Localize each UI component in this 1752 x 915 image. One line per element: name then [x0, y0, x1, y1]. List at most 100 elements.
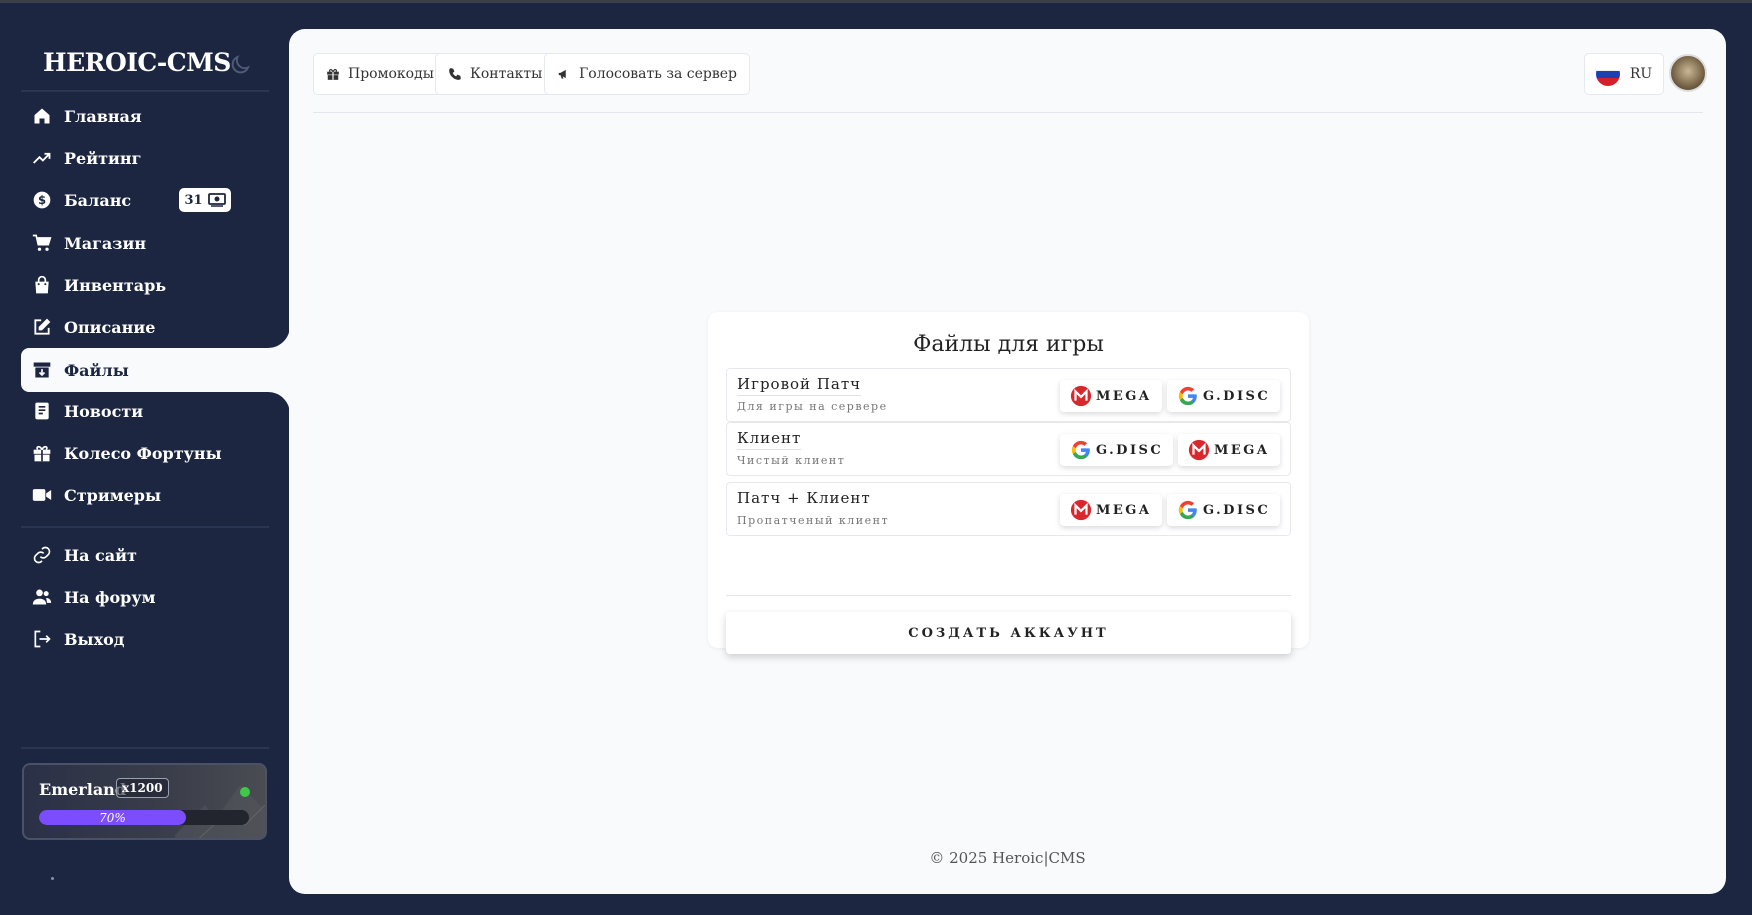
gdisc-download-button[interactable]: G.DISC	[1060, 434, 1174, 466]
file-name: Игровой Патч	[737, 375, 862, 396]
mega-download-button[interactable]: MEGA	[1178, 434, 1280, 466]
shopping-bag-icon	[31, 274, 53, 296]
sidebar-item-label: На сайт	[64, 545, 137, 565]
language-label: RU	[1629, 66, 1653, 82]
sidebar-item-label: Файлы	[64, 360, 129, 380]
sidebar-item-logout[interactable]: Выход	[21, 617, 289, 661]
sidebar-item-wheel[interactable]: Колесо Фортуны	[21, 431, 289, 475]
divider	[21, 526, 269, 528]
divider	[21, 90, 269, 92]
download-label: G.DISC	[1096, 442, 1164, 458]
news-icon	[31, 400, 53, 422]
sidebar-item-streamers[interactable]: Стримеры	[21, 473, 289, 517]
contacts-label: Контакты	[470, 66, 543, 82]
money-icon	[207, 193, 226, 207]
gdisc-download-button[interactable]: G.DISC	[1167, 380, 1281, 412]
sidebar-item-label: Рейтинг	[64, 148, 142, 168]
brand-logo[interactable]: HEROIC-CMS	[43, 48, 231, 77]
moon-icon[interactable]	[228, 53, 252, 77]
active-tab-curve-top	[268, 326, 290, 348]
card-divider	[726, 595, 1291, 596]
server-background-art	[175, 785, 265, 838]
file-description: Чистый клиент	[737, 454, 846, 467]
download-label: G.DISC	[1203, 388, 1271, 404]
link-icon	[31, 544, 53, 566]
sidebar-item-balance[interactable]: $ Баланс	[21, 178, 289, 222]
megaphone-icon	[558, 69, 566, 79]
sidebar-item-label: Выход	[64, 629, 125, 649]
sidebar-item-files[interactable]: Файлы	[21, 348, 289, 392]
sidebar-item-label: Колесо Фортуны	[64, 443, 222, 463]
dollar-circle-icon: $	[31, 189, 53, 211]
sidebar-item-rating[interactable]: Рейтинг	[21, 136, 289, 180]
file-name: Клиент	[737, 429, 802, 450]
server-name: Emerland	[39, 780, 126, 799]
video-icon	[31, 484, 53, 506]
sidebar-item-forum[interactable]: На форум	[21, 575, 289, 619]
download-label: MEGA	[1096, 502, 1152, 518]
vote-server-button[interactable]: Голосовать за сервер	[544, 53, 750, 95]
game-files-card: Файлы для игры Игровой Патч Для игры на …	[708, 312, 1309, 654]
download-label: MEGA	[1214, 442, 1270, 458]
sidebar-item-label: Баланс	[64, 190, 132, 210]
server-rate: x1200	[116, 778, 169, 798]
sidebar-item-inventory[interactable]: Инвентарь	[21, 263, 289, 307]
file-name: Патч + Клиент	[737, 489, 871, 507]
files-title: Файлы для игры	[913, 332, 1104, 357]
divider	[21, 747, 269, 749]
logout-icon	[31, 628, 53, 650]
server-card[interactable]: Emerland x1200 70%	[22, 763, 267, 840]
trending-up-icon	[31, 147, 53, 169]
google-icon	[1178, 386, 1197, 406]
contacts-button[interactable]: Контакты	[435, 53, 556, 95]
promo-codes-button[interactable]: Промокоды	[313, 53, 447, 95]
server-progress-bar: 70%	[39, 810, 249, 825]
sidebar: HEROIC-CMS Главная Рейтинг $ Баланс 31 М…	[0, 3, 290, 915]
file-row: Клиент Чистый клиент G.DISC MEGA	[726, 422, 1291, 476]
balance-badge: 31	[179, 188, 231, 212]
footer-copyright: © 2025 Heroic|CMS	[929, 849, 1086, 867]
sidebar-item-label: Главная	[64, 106, 142, 126]
sidebar-item-news[interactable]: Новости	[21, 389, 289, 433]
main-content: Промокоды Контакты Голосовать за сервер …	[289, 29, 1726, 894]
download-label: MEGA	[1096, 388, 1152, 404]
sidebar-item-shop[interactable]: Магазин	[21, 221, 289, 265]
gdisc-download-button[interactable]: G.DISC	[1167, 494, 1281, 526]
cart-icon	[31, 232, 53, 254]
sidebar-item-site[interactable]: На сайт	[21, 533, 289, 577]
mega-icon	[1070, 499, 1092, 521]
sidebar-item-label: Описание	[64, 317, 156, 337]
user-avatar[interactable]	[1669, 54, 1707, 92]
mega-icon	[1188, 439, 1210, 461]
topbar-divider	[313, 112, 1703, 113]
sidebar-item-home[interactable]: Главная	[21, 94, 289, 138]
create-account-button[interactable]: СОЗДАТЬ АККАУНТ	[726, 612, 1291, 654]
online-status-dot	[240, 787, 250, 797]
promo-codes-label: Промокоды	[348, 66, 434, 82]
sidebar-item-label: Магазин	[64, 233, 147, 253]
sidebar-item-label: Инвентарь	[64, 275, 167, 295]
vote-server-label: Голосовать за сервер	[579, 66, 737, 82]
mega-icon	[1070, 385, 1092, 407]
phone-icon	[449, 68, 461, 80]
google-icon	[1178, 500, 1197, 520]
mega-download-button[interactable]: MEGA	[1060, 380, 1162, 412]
archive-download-icon	[31, 359, 53, 381]
mega-download-button[interactable]: MEGA	[1060, 494, 1162, 526]
home-icon	[31, 105, 53, 127]
file-row: Патч + Клиент Пропатченый клиент MEGA G.…	[726, 482, 1291, 536]
sidebar-item-label: На форум	[64, 587, 156, 607]
file-description: Пропатченый клиент	[737, 514, 890, 527]
sidebar-item-label: Стримеры	[64, 485, 162, 505]
language-selector[interactable]: RU	[1584, 53, 1664, 95]
google-icon	[1071, 440, 1090, 460]
server-progress-fill: 70%	[39, 810, 186, 825]
sidebar-item-description[interactable]: Описание	[21, 305, 289, 349]
edit-icon	[31, 316, 53, 338]
users-icon	[31, 586, 53, 608]
decorative-dot	[51, 877, 54, 880]
svg-text:$: $	[38, 193, 46, 207]
download-label: G.DISC	[1203, 502, 1271, 518]
balance-value: 31	[184, 192, 203, 208]
file-row: Игровой Патч Для игры на сервере MEGA G.…	[726, 368, 1291, 422]
